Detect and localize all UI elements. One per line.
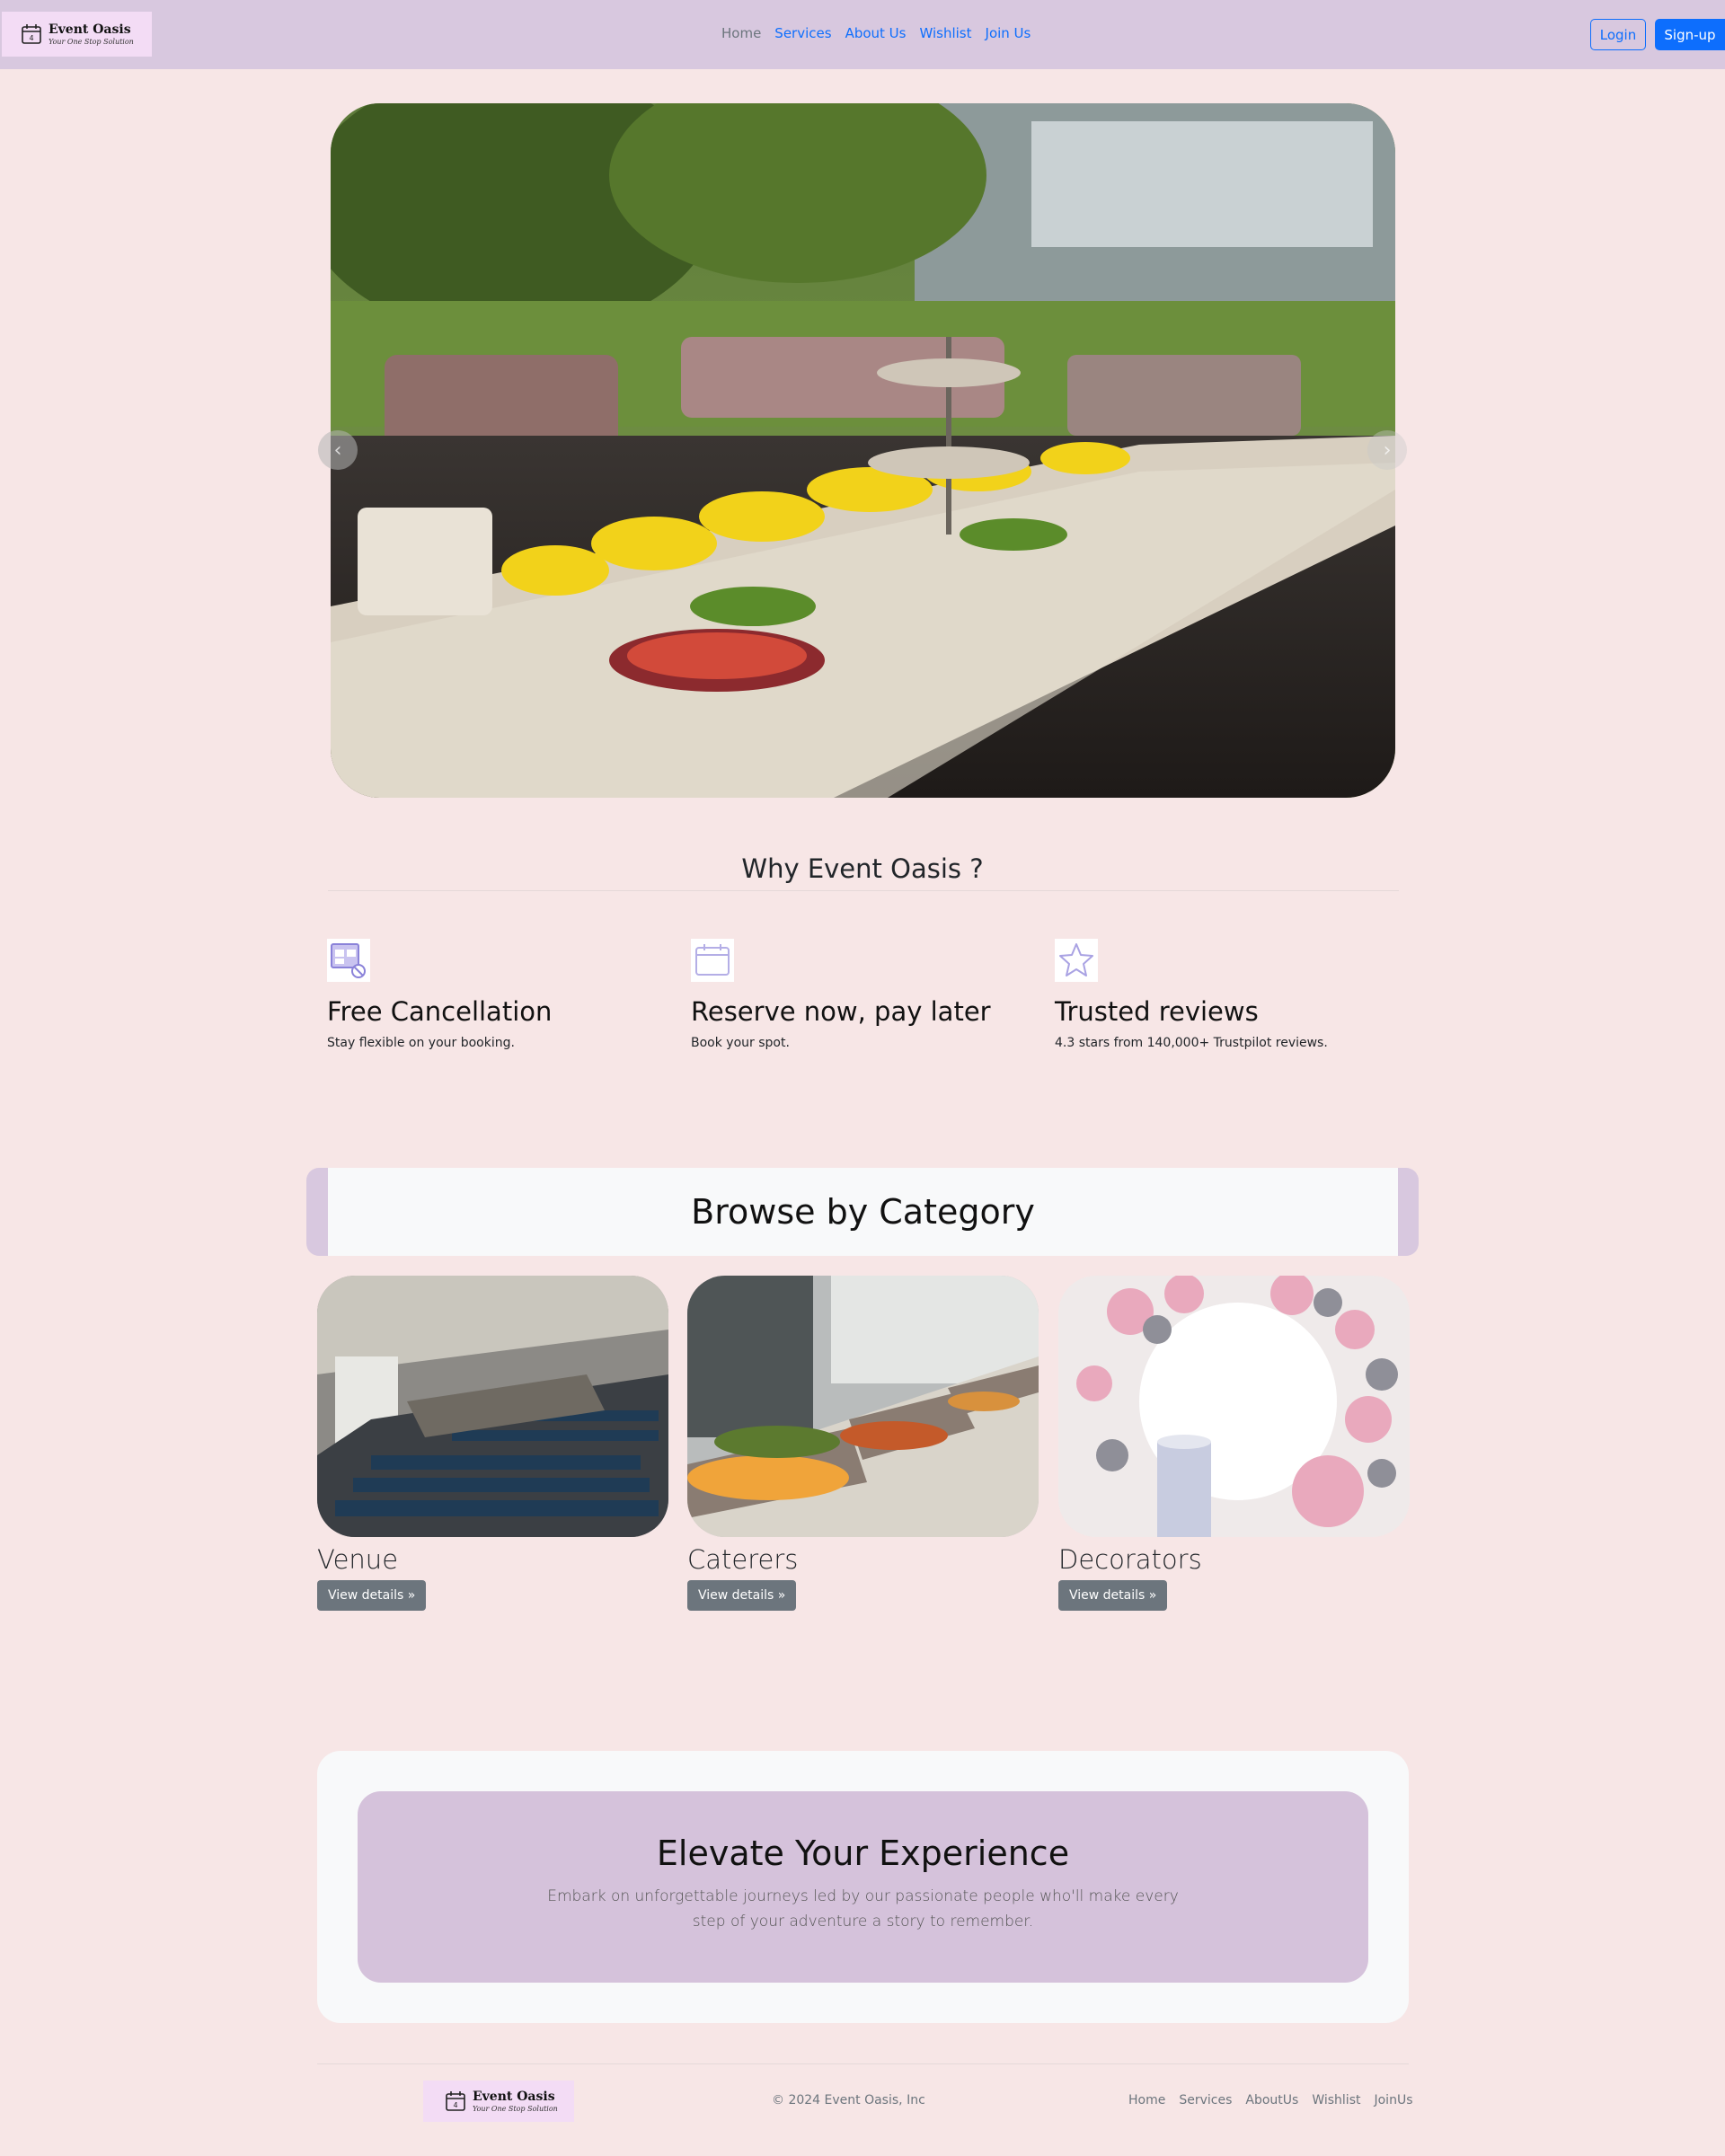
calendar-logo-icon: 4 — [446, 2091, 465, 2111]
chevron-left-icon: ‹ — [333, 438, 342, 462]
feature-free-cancellation: Free Cancellation Stay flexible on your … — [327, 939, 668, 1050]
footer-link-home[interactable]: Home — [1128, 2093, 1165, 2107]
feature-text: 4.3 stars from 140,000+ Trustpilot revie… — [1055, 1036, 1328, 1050]
feature-title: Free Cancellation — [327, 996, 553, 1027]
why-title: Why Event Oasis ? — [741, 853, 984, 884]
calendar-icon — [691, 939, 734, 982]
footer-nav: Home Services AboutUs Wishlist JoinUs — [1128, 2093, 1426, 2107]
feature-text: Stay flexible on your booking. — [327, 1036, 515, 1050]
nav-about-us[interactable]: About Us — [845, 25, 907, 41]
signup-button[interactable]: Sign-up — [1655, 19, 1725, 50]
brand-tagline: Your One Stop Solution — [473, 2104, 558, 2113]
feature-reserve-now: Reserve now, pay later Book your spot. — [691, 939, 1032, 1050]
venue-image — [317, 1276, 668, 1537]
view-details-button[interactable]: View details » — [687, 1580, 797, 1611]
card-title: Decorators — [1058, 1544, 1202, 1575]
elevate-panel: Elevate Your Experience Embark on unforg… — [358, 1791, 1368, 1983]
feature-trusted-reviews: Trusted reviews 4.3 stars from 140,000+ … — [1055, 939, 1396, 1050]
category-header: Browse by Category — [328, 1168, 1398, 1256]
category-card-venue: Venue View details » — [317, 1276, 668, 1611]
caterers-image — [687, 1276, 1039, 1537]
navbar: 4 Event Oasis Your One Stop Solution Hom… — [0, 0, 1725, 69]
calendar-cancel-icon — [327, 939, 370, 982]
carousel-prev-button[interactable]: ‹ — [318, 430, 358, 470]
svg-text:4: 4 — [453, 2101, 457, 2109]
category-card-caterers: Caterers View details » — [687, 1276, 1039, 1611]
divider — [328, 890, 1399, 891]
chevron-right-icon: › — [1383, 438, 1392, 462]
category-title: Browse by Category — [691, 1192, 1035, 1232]
feature-title: Trusted reviews — [1055, 996, 1259, 1027]
hero-catering-image — [331, 103, 1395, 798]
nav-services[interactable]: Services — [774, 25, 831, 41]
category-header-band: Browse by Category — [306, 1168, 1419, 1256]
brand-name: Event Oasis — [473, 2089, 555, 2104]
star-icon — [1055, 939, 1098, 982]
nav-home[interactable]: Home — [721, 25, 761, 41]
footer-divider — [317, 2063, 1409, 2064]
svg-text:4: 4 — [29, 34, 33, 42]
brand-logo[interactable]: 4 Event Oasis Your One Stop Solution — [2, 12, 152, 57]
card-title: Venue — [317, 1544, 399, 1575]
elevate-section: Elevate Your Experience Embark on unforg… — [317, 1751, 1409, 2023]
calendar-logo-icon: 4 — [22, 24, 41, 44]
feature-title: Reserve now, pay later — [691, 996, 991, 1027]
main-nav: Home Services About Us Wishlist Join Us — [721, 25, 1044, 41]
view-details-button[interactable]: View details » — [317, 1580, 427, 1611]
brand-name: Event Oasis — [49, 22, 131, 37]
copyright: © 2024 Event Oasis, Inc — [772, 2093, 925, 2107]
footer-link-wishlist[interactable]: Wishlist — [1312, 2093, 1360, 2107]
category-card-decorators: Decorators View details » — [1058, 1276, 1410, 1611]
carousel-next-button[interactable]: › — [1367, 430, 1407, 470]
footer-brand-logo[interactable]: 4 Event Oasis Your One Stop Solution — [423, 2081, 574, 2122]
decorators-image — [1058, 1276, 1410, 1537]
footer-link-services[interactable]: Services — [1179, 2093, 1232, 2107]
nav-join-us[interactable]: Join Us — [986, 25, 1031, 41]
hero-carousel — [331, 103, 1395, 798]
elevate-title: Elevate Your Experience — [656, 1833, 1070, 1873]
footer-link-join-us[interactable]: JoinUs — [1374, 2093, 1412, 2107]
view-details-button[interactable]: View details » — [1058, 1580, 1168, 1611]
elevate-text: Embark on unforgettable journeys led by … — [547, 1887, 1179, 1931]
brand-tagline: Your One Stop Solution — [49, 37, 134, 46]
nav-wishlist[interactable]: Wishlist — [919, 25, 971, 41]
feature-text: Book your spot. — [691, 1036, 790, 1050]
footer-link-about-us[interactable]: AboutUs — [1245, 2093, 1298, 2107]
login-button[interactable]: Login — [1590, 19, 1646, 50]
card-title: Caterers — [687, 1544, 799, 1575]
